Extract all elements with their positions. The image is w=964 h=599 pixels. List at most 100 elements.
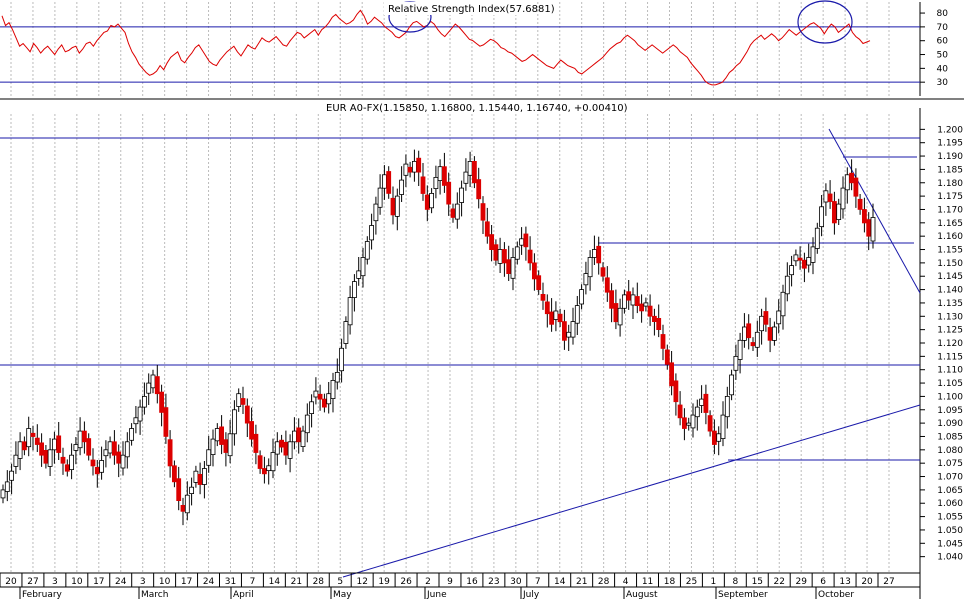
candle-body (356, 270, 362, 279)
candle-body (870, 217, 876, 242)
candle (450, 203, 456, 223)
candle (699, 385, 704, 413)
candle-body (459, 187, 465, 203)
candle (480, 196, 486, 234)
candle (283, 430, 289, 465)
price-title: EUR A0-FX(1.15850, 1.16800, 1.15440, 1.1… (326, 103, 628, 114)
candle (77, 417, 83, 456)
price-tick-label: 1.095 (937, 406, 963, 416)
candle-body (789, 265, 794, 276)
candle-body (321, 398, 327, 408)
rsi-title: Relative Strength Index(57.6881) (388, 4, 555, 15)
candle (720, 401, 726, 447)
candle-body (399, 179, 405, 195)
candle-body (583, 273, 589, 286)
candle (652, 308, 657, 336)
price-tick-label: 1.105 (937, 379, 963, 389)
candle (836, 198, 842, 225)
price-tick-label: 1.070 (937, 473, 963, 483)
candle (532, 253, 537, 291)
candle-body (403, 163, 409, 176)
candle (261, 456, 267, 484)
candle (814, 222, 820, 254)
candle (553, 301, 559, 332)
rsi-tick-label: 30 (937, 78, 949, 88)
candle-body (454, 203, 460, 220)
candle-body (133, 417, 139, 425)
x-tick-label: 3 (140, 577, 146, 587)
candle (802, 252, 807, 283)
candle-body (296, 427, 302, 443)
x-tick-label: 15 (752, 577, 763, 587)
candle-body (613, 303, 619, 323)
price-tick-label: 1.200 (937, 125, 963, 135)
candle (373, 196, 379, 235)
candle-body (699, 398, 704, 406)
candle (343, 316, 349, 349)
candle-body (394, 195, 400, 217)
candle (0, 484, 6, 504)
candle-body (219, 426, 225, 445)
candle-body (416, 157, 422, 173)
candle (420, 163, 426, 201)
candle-body (519, 238, 524, 246)
candle (90, 448, 96, 476)
candle (129, 423, 135, 446)
candle (206, 435, 212, 473)
candle (566, 324, 572, 351)
candle (514, 241, 520, 265)
candle-body (223, 439, 229, 453)
candle (112, 430, 117, 465)
candle (639, 294, 644, 323)
candle (351, 274, 357, 312)
x-tick-label: 10 (159, 577, 171, 587)
candle-body (56, 435, 62, 453)
candle-body (236, 393, 242, 407)
candle-body (557, 313, 563, 323)
price-tick-label: 1.045 (937, 539, 963, 549)
candle (326, 382, 332, 414)
candle (742, 313, 747, 348)
candle (827, 180, 833, 209)
candle-body (763, 311, 769, 325)
price-tick-label: 1.185 (937, 165, 963, 175)
x-tick-label: 11 (642, 577, 653, 587)
candle (26, 416, 32, 457)
candle (390, 186, 396, 225)
candle-body (780, 291, 786, 317)
candle-body (424, 194, 430, 210)
candle-body (720, 414, 726, 440)
candle (429, 188, 435, 214)
candle (201, 461, 207, 499)
candle-body (17, 441, 23, 459)
candle-body (313, 390, 319, 398)
candle (193, 465, 199, 488)
candle-body (141, 395, 147, 408)
candle-body (669, 362, 674, 387)
candle (34, 424, 40, 452)
candle-body (330, 379, 336, 399)
candle-body (664, 349, 670, 365)
candle (270, 438, 276, 479)
month-label: May (333, 590, 352, 599)
rsi-series-line (1, 9, 871, 86)
candle (587, 250, 593, 291)
candle-body (26, 428, 32, 448)
candle-body (737, 339, 743, 360)
x-tick-label: 21 (576, 577, 587, 587)
candle (321, 393, 327, 413)
x-tick-label: 27 (883, 577, 894, 587)
candle-body (767, 327, 773, 341)
candle-body (184, 494, 190, 514)
candle (116, 444, 122, 478)
candle-body (9, 470, 15, 481)
candle (484, 207, 490, 244)
candle (729, 369, 734, 401)
candle (459, 180, 465, 217)
candle (43, 445, 49, 469)
candle (733, 344, 739, 380)
candle-body (686, 422, 692, 426)
candle-body (480, 203, 486, 221)
candle-body (210, 438, 216, 456)
candle-body (167, 439, 173, 467)
